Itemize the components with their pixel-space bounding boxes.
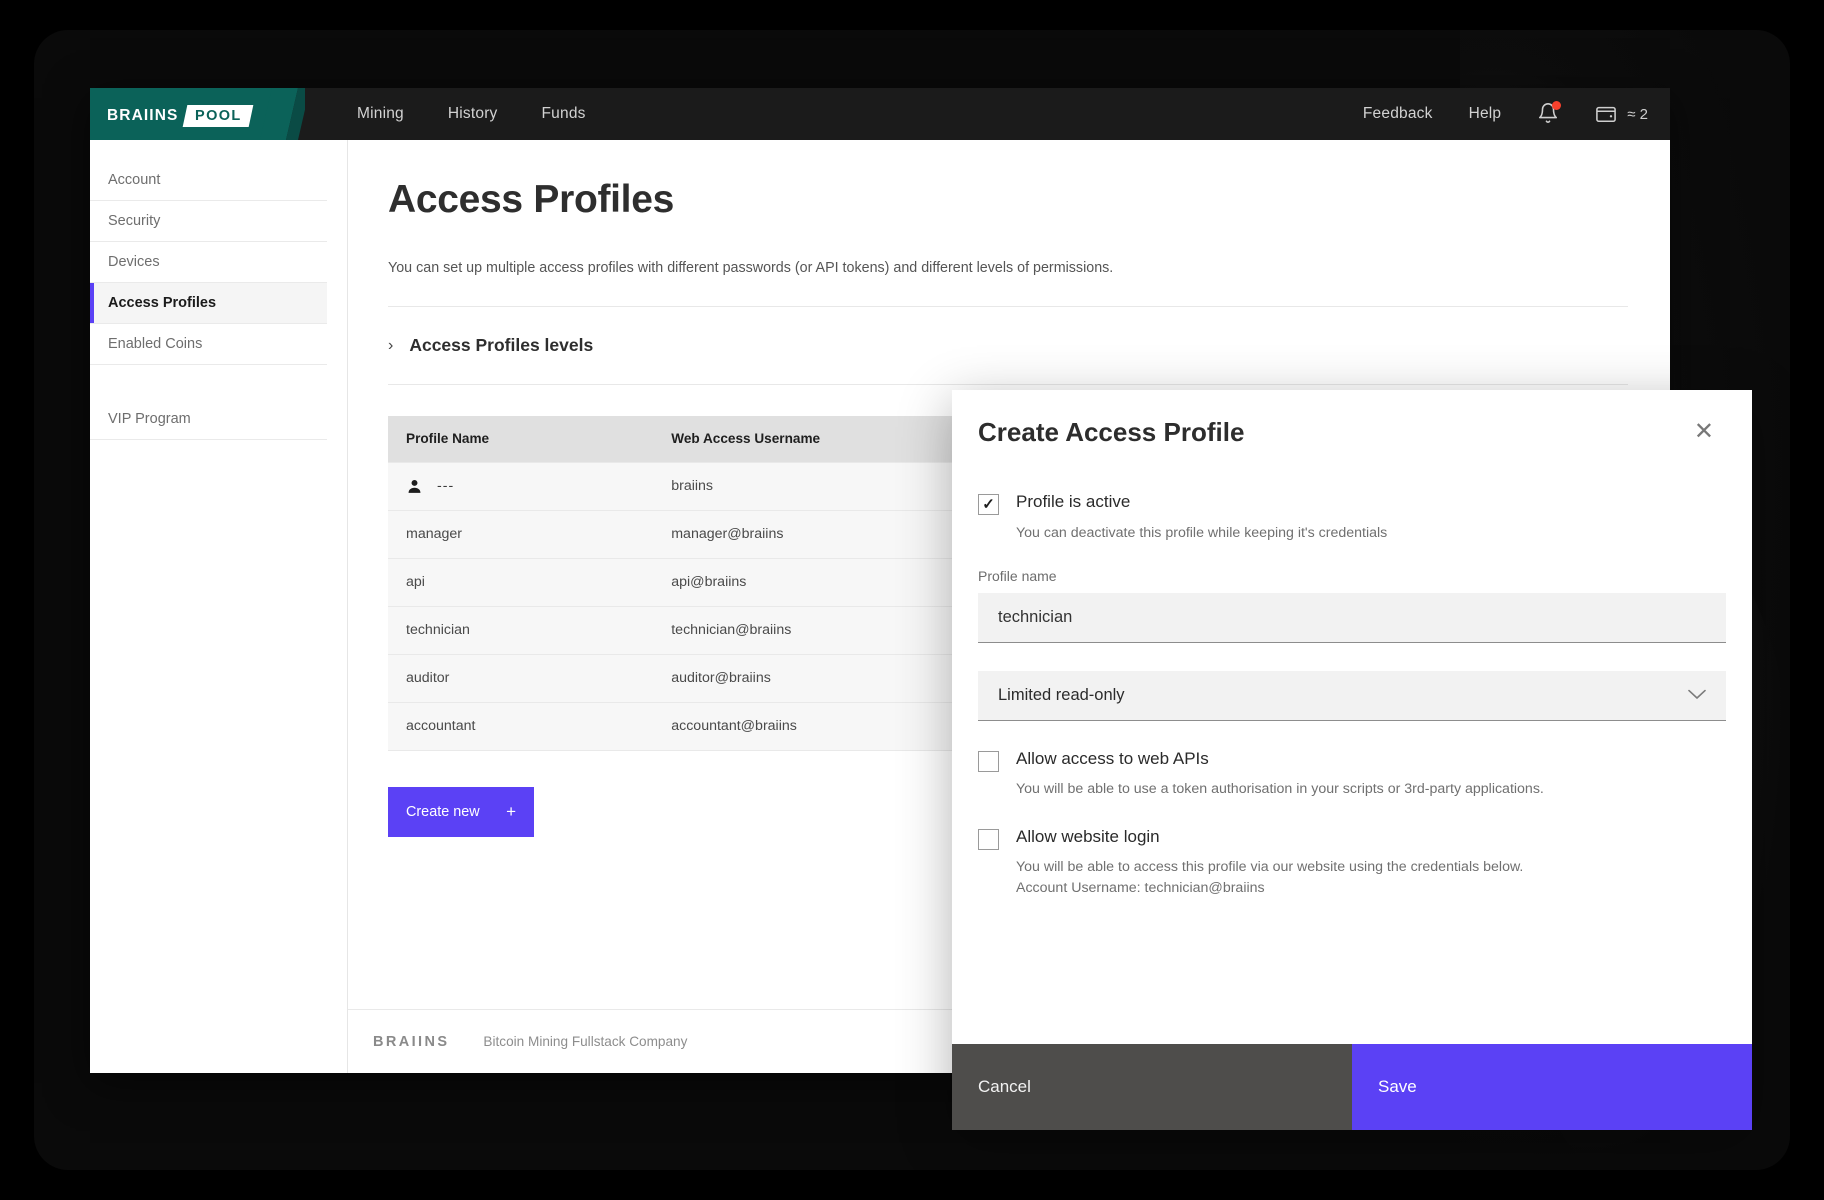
modal-header: Create Access Profile ✕ — [952, 390, 1752, 474]
notification-badge — [1552, 101, 1562, 110]
chevron-down-icon — [1688, 688, 1706, 703]
website-login-checkbox[interactable] — [978, 829, 999, 851]
profile-active-checkbox[interactable] — [978, 494, 999, 515]
permission-level-select[interactable]: Limited read-only — [978, 670, 1726, 721]
profile-name-input[interactable] — [978, 592, 1726, 643]
logo-braiins-text: BRAIINS — [107, 107, 179, 124]
nav-link-funds[interactable]: Funds — [542, 105, 586, 123]
wallet-balance[interactable]: ≈ 2 — [1595, 104, 1648, 124]
save-button[interactable]: Save — [1352, 1044, 1752, 1130]
primary-nav-links: Mining History Funds — [357, 105, 586, 123]
sidebar-item-access-profiles[interactable]: Access Profiles — [90, 283, 327, 324]
close-icon[interactable]: ✕ — [1694, 420, 1714, 444]
chevron-right-icon: › — [388, 336, 394, 354]
logo-text-group: BRAIINS POOL — [107, 105, 254, 127]
cell-profile-name: technician — [388, 606, 654, 655]
person-cell-group: --- — [406, 478, 653, 495]
cell-profile-name: --- — [388, 461, 654, 511]
profile-name-label: Profile name — [978, 567, 1057, 584]
nav-link-feedback[interactable]: Feedback — [1363, 105, 1433, 123]
modal-title: Create Access Profile — [978, 416, 1245, 447]
website-login-toggle-row: Allow website login — [978, 827, 1726, 851]
sidebar-item-security[interactable]: Security — [90, 201, 327, 242]
cell-profile-name: auditor — [388, 654, 654, 703]
top-navigation-bar: BRAIINS POOL Mining History Funds Feedba… — [90, 88, 1670, 140]
accordion-label: Access Profiles levels — [409, 335, 594, 355]
profile-active-toggle-row: Profile is active — [978, 492, 1726, 515]
sidebar-item-vip-program[interactable]: VIP Program — [90, 399, 327, 440]
sidebar-item-account[interactable]: Account — [90, 160, 327, 201]
web-api-option-block: Allow access to web APIs You will be abl… — [978, 749, 1726, 800]
profile-active-label: Profile is active — [1016, 492, 1131, 511]
website-login-option-block: Allow website login You will be able to … — [978, 827, 1726, 898]
sidebar-divider-gap — [90, 365, 347, 399]
profile-active-description: You can deactivate this profile while ke… — [1016, 525, 1388, 541]
cell-profile-name: manager — [388, 510, 654, 559]
logo-pool-badge: POOL — [183, 105, 254, 127]
nav-link-history[interactable]: History — [448, 105, 498, 123]
wallet-amount: ≈ 2 — [1627, 105, 1648, 123]
settings-sidebar: Account Security Devices Access Profiles… — [90, 140, 348, 1073]
page-title: Access Profiles — [388, 178, 675, 221]
plus-icon: + — [506, 801, 516, 821]
permission-level-value: Limited read-only — [998, 685, 1125, 704]
web-api-checkbox[interactable] — [978, 750, 999, 772]
person-icon — [408, 479, 421, 493]
profile-name-value: --- — [437, 478, 455, 494]
create-access-profile-modal: Create Access Profile ✕ Profile is activ… — [952, 390, 1752, 1130]
website-login-description-line1: You will be able to access this profile … — [1016, 859, 1524, 876]
modal-body: Profile is active You can deactivate thi… — [952, 474, 1752, 1044]
modal-footer: Cancel Save — [952, 1044, 1752, 1130]
website-login-description: You will be able to access this profile … — [1016, 857, 1726, 898]
create-new-profile-button[interactable]: Create new + — [388, 786, 534, 837]
logo-pool-text: POOL — [195, 108, 243, 124]
divider-below-accordion — [388, 384, 1628, 385]
create-new-label: Create new — [406, 803, 480, 820]
sidebar-item-devices[interactable]: Devices — [90, 242, 327, 283]
page-description: You can set up multiple access profiles … — [388, 260, 1114, 276]
nav-link-mining[interactable]: Mining — [357, 105, 404, 123]
cell-profile-name: api — [388, 558, 654, 607]
cancel-button[interactable]: Cancel — [952, 1044, 1352, 1130]
device-frame: BRAIINS POOL Mining History Funds Feedba… — [0, 0, 1824, 1200]
column-header-profile-name: Profile Name — [388, 416, 654, 462]
cell-profile-name: accountant — [388, 702, 654, 751]
nav-link-help[interactable]: Help — [1469, 105, 1502, 123]
website-login-account-username: Account Username: technician@braiins — [1016, 879, 1265, 896]
footer-tagline: Bitcoin Mining Fullstack Company — [483, 1034, 688, 1049]
secondary-nav-links: Feedback Help ≈ 2 — [1363, 101, 1670, 126]
sidebar-item-enabled-coins[interactable]: Enabled Coins — [90, 324, 327, 365]
web-api-description: You will be able to use a token authoris… — [1016, 780, 1544, 797]
footer-logo: BRAIINS — [373, 1033, 450, 1050]
bell-icon[interactable] — [1537, 101, 1562, 126]
web-api-label: Allow access to web APIs — [1016, 748, 1209, 768]
divider-top — [388, 306, 1628, 307]
website-login-label: Allow website login — [1016, 827, 1160, 847]
brand-logo[interactable]: BRAIINS POOL — [90, 88, 305, 140]
access-profiles-levels-accordion[interactable]: › Access Profiles levels — [388, 335, 1670, 356]
web-api-toggle-row: Allow access to web APIs — [978, 749, 1726, 772]
